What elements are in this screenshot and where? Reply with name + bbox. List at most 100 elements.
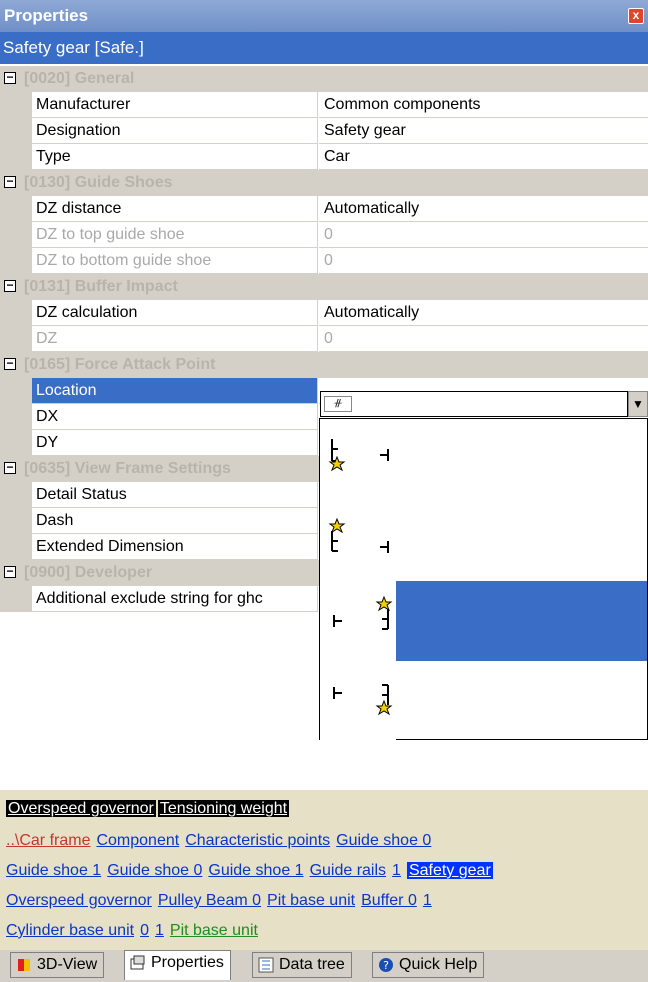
section-title: [0020] General xyxy=(24,70,135,87)
force-point-left-top-icon xyxy=(328,517,389,553)
property-value[interactable]: Car xyxy=(319,144,648,170)
property-value[interactable]: Safety gear xyxy=(319,118,648,144)
property-name: DY xyxy=(32,430,318,456)
property-value[interactable]: Automatically xyxy=(319,196,648,222)
section-header[interactable]: − [0165] Force Attack Point xyxy=(0,352,648,378)
option-icon-box xyxy=(320,661,396,741)
nav-link[interactable]: Safety gear xyxy=(406,862,493,879)
row-gutter xyxy=(0,586,32,612)
tab-label: Data tree xyxy=(279,956,345,973)
nav-link[interactable]: ..\Car frame xyxy=(6,832,90,849)
breadcrumb: Overspeed governor Tensioning weight xyxy=(6,796,291,822)
help-icon: ? xyxy=(379,958,393,972)
force-point-right-bottom-icon xyxy=(333,684,393,716)
tab-quick-help[interactable]: ? Quick Help xyxy=(372,952,485,978)
option-icon-box xyxy=(320,421,396,501)
breadcrumb-item[interactable]: Tensioning weight xyxy=(157,800,290,817)
svg-text:?: ? xyxy=(383,959,389,972)
location-option[interactable] xyxy=(320,661,647,741)
row-gutter xyxy=(0,508,32,534)
option-icon-box xyxy=(320,501,396,581)
nav-link[interactable]: Component xyxy=(96,832,179,849)
property-name: Extended Dimension xyxy=(32,534,318,560)
collapse-icon[interactable]: − xyxy=(4,175,16,188)
nav-link[interactable]: Pulley Beam 0 xyxy=(158,892,261,909)
nav-link[interactable]: Guide shoe 1 xyxy=(6,862,101,879)
property-value: 0 xyxy=(319,248,648,274)
tab-data-tree[interactable]: Data tree xyxy=(252,952,352,978)
dropdown-arrow-button[interactable]: ▼ xyxy=(628,391,648,417)
property-row[interactable]: DZ distance Automatically xyxy=(0,196,648,222)
section-header[interactable]: − [0130] Guide Shoes xyxy=(0,170,648,196)
force-point-right-top-icon xyxy=(333,595,393,630)
nav-link[interactable]: Guide rails xyxy=(310,862,386,879)
property-row[interactable]: DZ calculation Automatically xyxy=(0,300,648,326)
cube-icon xyxy=(18,959,30,971)
location-combobox[interactable]: ᚌ xyxy=(320,391,628,417)
property-row: DZ to bottom guide shoe 0 xyxy=(0,248,648,274)
property-name: Designation xyxy=(32,118,318,144)
row-gutter xyxy=(0,222,32,248)
nav-link[interactable]: 0 xyxy=(140,922,149,939)
nav-link[interactable]: Pit base unit xyxy=(267,892,355,909)
tab-3d-view[interactable]: 3D-View xyxy=(10,952,105,978)
nav-link[interactable]: Guide shoe 0 xyxy=(107,862,202,879)
property-row[interactable]: Manufacturer Common components xyxy=(0,92,648,118)
location-option[interactable] xyxy=(320,581,647,661)
property-name: Dash xyxy=(32,508,318,534)
property-value[interactable]: Common components xyxy=(319,92,648,118)
breadcrumb-item[interactable]: Overspeed governor xyxy=(6,800,156,817)
section-title: [0900] Developer xyxy=(24,564,153,581)
location-dropdown-list xyxy=(319,418,648,741)
section-header[interactable]: − [0020] General xyxy=(0,66,648,92)
navigation-panel: Overspeed governor Tensioning weight ..\C… xyxy=(0,790,648,950)
tab-label: Properties xyxy=(151,954,224,971)
row-gutter xyxy=(0,534,32,560)
nav-link[interactable]: Cylinder base unit xyxy=(6,922,134,939)
tab-label: Quick Help xyxy=(399,956,478,973)
location-option[interactable] xyxy=(320,421,647,501)
nav-link[interactable]: 1 xyxy=(155,922,164,939)
section-header[interactable]: − [0131] Buffer Impact xyxy=(0,274,648,300)
close-button[interactable]: x xyxy=(628,8,644,24)
nav-link[interactable]: Pit base unit xyxy=(170,922,258,939)
location-option[interactable] xyxy=(320,501,647,581)
property-name: DZ calculation xyxy=(32,300,318,326)
nav-link[interactable]: Guide shoe 0 xyxy=(336,832,431,849)
collapse-icon[interactable]: − xyxy=(4,565,16,578)
collapse-icon[interactable]: − xyxy=(4,71,16,84)
collapse-icon[interactable]: − xyxy=(4,461,16,474)
window-title: Properties xyxy=(4,6,89,25)
property-value[interactable]: Automatically xyxy=(319,300,648,326)
nav-link-line: Guide shoe 1 Guide shoe 0 Guide shoe 1 Guid… xyxy=(6,858,499,884)
row-gutter xyxy=(0,378,32,404)
property-row[interactable]: Designation Safety gear xyxy=(0,118,648,144)
force-point-left-bottom-icon xyxy=(328,439,389,472)
properties-icon xyxy=(130,955,145,970)
collapse-icon[interactable]: − xyxy=(4,357,16,370)
row-gutter xyxy=(0,482,32,508)
nav-link[interactable]: Buffer 0 xyxy=(361,892,417,909)
tab-properties[interactable]: Properties xyxy=(124,950,231,980)
tab-strip: 3D-View Properties Data tree? Quick Help xyxy=(0,950,648,982)
nav-link[interactable]: 1 xyxy=(423,892,432,909)
nav-link[interactable]: 1 xyxy=(392,862,401,879)
nav-link[interactable]: Characteristic points xyxy=(185,832,330,849)
collapse-icon[interactable]: − xyxy=(4,279,16,292)
property-name: DZ xyxy=(32,326,318,352)
row-gutter xyxy=(0,326,32,352)
nav-link[interactable]: Guide shoe 1 xyxy=(208,862,303,879)
window-title-bar[interactable]: Properties x xyxy=(0,0,648,32)
row-gutter xyxy=(0,144,32,170)
nav-link-line: ..\Car frame Component Characteristic poin… xyxy=(6,828,437,854)
property-name: Location xyxy=(32,378,318,404)
property-name: DZ to top guide shoe xyxy=(32,222,318,248)
property-row[interactable]: Type Car xyxy=(0,144,648,170)
nav-link[interactable]: Overspeed governor xyxy=(6,892,152,909)
row-gutter xyxy=(0,300,32,326)
nav-link-line: Cylinder base unit 0 1 Pit base unit xyxy=(6,918,264,944)
property-value: 0 xyxy=(319,222,648,248)
property-value: 0 xyxy=(319,326,648,352)
section-title: [0165] Force Attack Point xyxy=(24,356,216,373)
row-gutter xyxy=(0,404,32,430)
